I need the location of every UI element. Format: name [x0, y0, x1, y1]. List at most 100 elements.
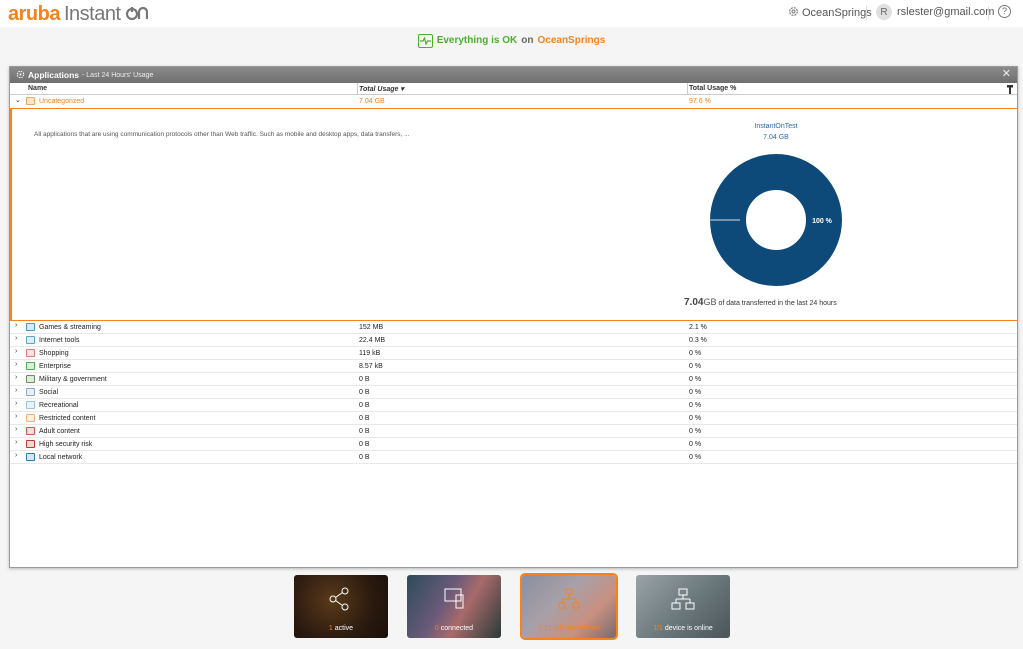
divider [866, 6, 867, 20]
category-icon [26, 440, 35, 448]
chevron-right-icon[interactable]: › [15, 322, 17, 329]
table-row[interactable]: › Restricted content 0 B 0 % [10, 412, 1017, 425]
folder-icon [26, 97, 35, 105]
panel-title: Applications [28, 70, 80, 80]
tile-data-usage[interactable]: 7.21 GB transferred [522, 575, 616, 638]
chevron-right-icon[interactable]: › [15, 348, 17, 355]
user-email: rslester@gmail.com [897, 6, 995, 18]
category-rows: › Games & streaming 152 MB 2.1 % › Internet t… [10, 321, 1017, 464]
product-name: Instant [63, 3, 121, 25]
category-icon [26, 388, 35, 396]
row-pct: 0 % [689, 454, 702, 461]
chevron-right-icon[interactable]: › [15, 452, 17, 459]
user-menu[interactable]: R rslester@gmail.com [876, 4, 994, 20]
column-divider [687, 83, 688, 95]
tile-number: 1 [328, 625, 333, 632]
table-row[interactable]: › Local network 0 B 0 % [10, 451, 1017, 464]
network-topology-icon [671, 587, 695, 613]
table-row[interactable]: › Adult content 0 B 0 % [10, 425, 1017, 438]
row-usage: 0 B [359, 454, 370, 461]
tile-networks[interactable]: 1 active [294, 575, 388, 638]
tile-clients[interactable]: 0 connected [407, 575, 501, 638]
row-pct: 0 % [689, 441, 702, 448]
tile-devices[interactable]: 1/1 device is online [636, 575, 730, 638]
row-pct: 0 % [689, 428, 702, 435]
category-icon [26, 349, 35, 357]
aruba-logo[interactable]: aruba Instant [8, 3, 148, 26]
table-row[interactable]: › Enterprise 8.57 kB 0 % [10, 360, 1017, 373]
row-usage: 0 B [359, 389, 370, 396]
status-bar: Everything is OK on OceanSprings [0, 27, 1023, 54]
divider [988, 6, 989, 20]
category-icon [26, 453, 35, 461]
row-pct: 97.6 % [689, 98, 711, 105]
table-row[interactable]: › High security risk 0 B 0 % [10, 438, 1017, 451]
data-flow-icon [557, 587, 581, 613]
tile-number: 7.21 GB [538, 625, 564, 632]
network-share-icon [329, 587, 351, 613]
sort-desc-icon: ▾ [400, 86, 404, 93]
table-row[interactable]: › Recreational 0 B 0 % [10, 399, 1017, 412]
table-row-uncategorized[interactable]: ⌄ Uncategorized 7.04 GB 97.6 % [10, 95, 1017, 108]
transfer-text: of data transferred in the last 24 hours [718, 300, 837, 307]
panel-header: Applications - Last 24 Hours' Usage ✕ [10, 67, 1017, 83]
transfer-unit: GB [703, 297, 717, 307]
table-row[interactable]: › Internet tools 22.4 MB 0.3 % [10, 334, 1017, 347]
row-name: Restricted content [39, 415, 96, 422]
tile-text: connected [440, 625, 474, 632]
avatar: R [876, 4, 892, 20]
help-icon[interactable]: ? [998, 5, 1011, 18]
top-bar: aruba Instant OceanSprings R rslester@gma… [0, 0, 1023, 27]
table-row[interactable]: › Shopping 119 kB 0 % [10, 347, 1017, 360]
status-text[interactable]: Everything is OK [437, 35, 518, 46]
transfer-value: 7.04 [684, 297, 704, 308]
status-on-label: on [521, 35, 534, 46]
status-site[interactable]: OceanSprings [537, 35, 605, 46]
table-row[interactable]: › Games & streaming 152 MB 2.1 % [10, 321, 1017, 334]
row-name: Adult content [39, 428, 80, 435]
table-header: Name Total Usage ▾ Total Usage % [10, 83, 1017, 95]
close-icon[interactable]: ✕ [1002, 69, 1011, 80]
chevron-right-icon[interactable]: › [15, 335, 17, 342]
column-total-usage[interactable]: Total Usage ▾ [359, 85, 404, 93]
column-divider [357, 83, 358, 95]
category-icon [26, 362, 35, 370]
chevron-right-icon[interactable]: › [15, 426, 17, 433]
row-pct: 0 % [689, 363, 702, 370]
chevron-right-icon[interactable]: › [15, 374, 17, 381]
chart-header: InstantOnTest 7.04 GB [712, 121, 840, 143]
chevron-right-icon[interactable]: › [15, 361, 17, 368]
chevron-right-icon[interactable]: › [15, 400, 17, 407]
tile-number: 1/1 [653, 625, 663, 632]
row-name: Games & streaming [39, 324, 101, 331]
table-row[interactable]: › Social 0 B 0 % [10, 386, 1017, 399]
table-row[interactable]: › Military & government 0 B 0 % [10, 373, 1017, 386]
chevron-right-icon[interactable]: › [15, 387, 17, 394]
row-pct: 0 % [689, 415, 702, 422]
row-pct: 0 % [689, 389, 702, 396]
usage-donut-chart: 100 % [710, 154, 842, 286]
chevron-down-icon[interactable]: ⌄ [15, 96, 21, 104]
tile-label: 1 active [294, 625, 388, 632]
donut-slice[interactable] [710, 154, 842, 286]
category-icon [26, 375, 35, 383]
category-icon [26, 336, 35, 344]
tile-text: active [334, 625, 354, 632]
device-name[interactable]: InstantOnTest [712, 121, 840, 132]
row-name: High security risk [39, 441, 93, 448]
row-name: Uncategorized [39, 98, 85, 105]
row-pct: 0 % [689, 376, 702, 383]
site-selector[interactable]: OceanSprings [788, 6, 872, 20]
row-pct: 0.3 % [689, 337, 707, 344]
chevron-right-icon[interactable]: › [15, 439, 17, 446]
brand-name: aruba [8, 3, 60, 25]
slice-label: 100 % [812, 218, 833, 225]
chevron-right-icon[interactable]: › [15, 413, 17, 420]
column-name[interactable]: Name [28, 85, 47, 92]
column-total-pct[interactable]: Total Usage % [689, 85, 736, 92]
tile-text: transferred [565, 625, 600, 632]
row-name: Recreational [39, 402, 79, 409]
row-name: Social [39, 389, 59, 396]
transfer-summary: 7.04GB of data transferred in the last 2… [684, 297, 837, 308]
row-usage: 152 MB [359, 324, 384, 331]
